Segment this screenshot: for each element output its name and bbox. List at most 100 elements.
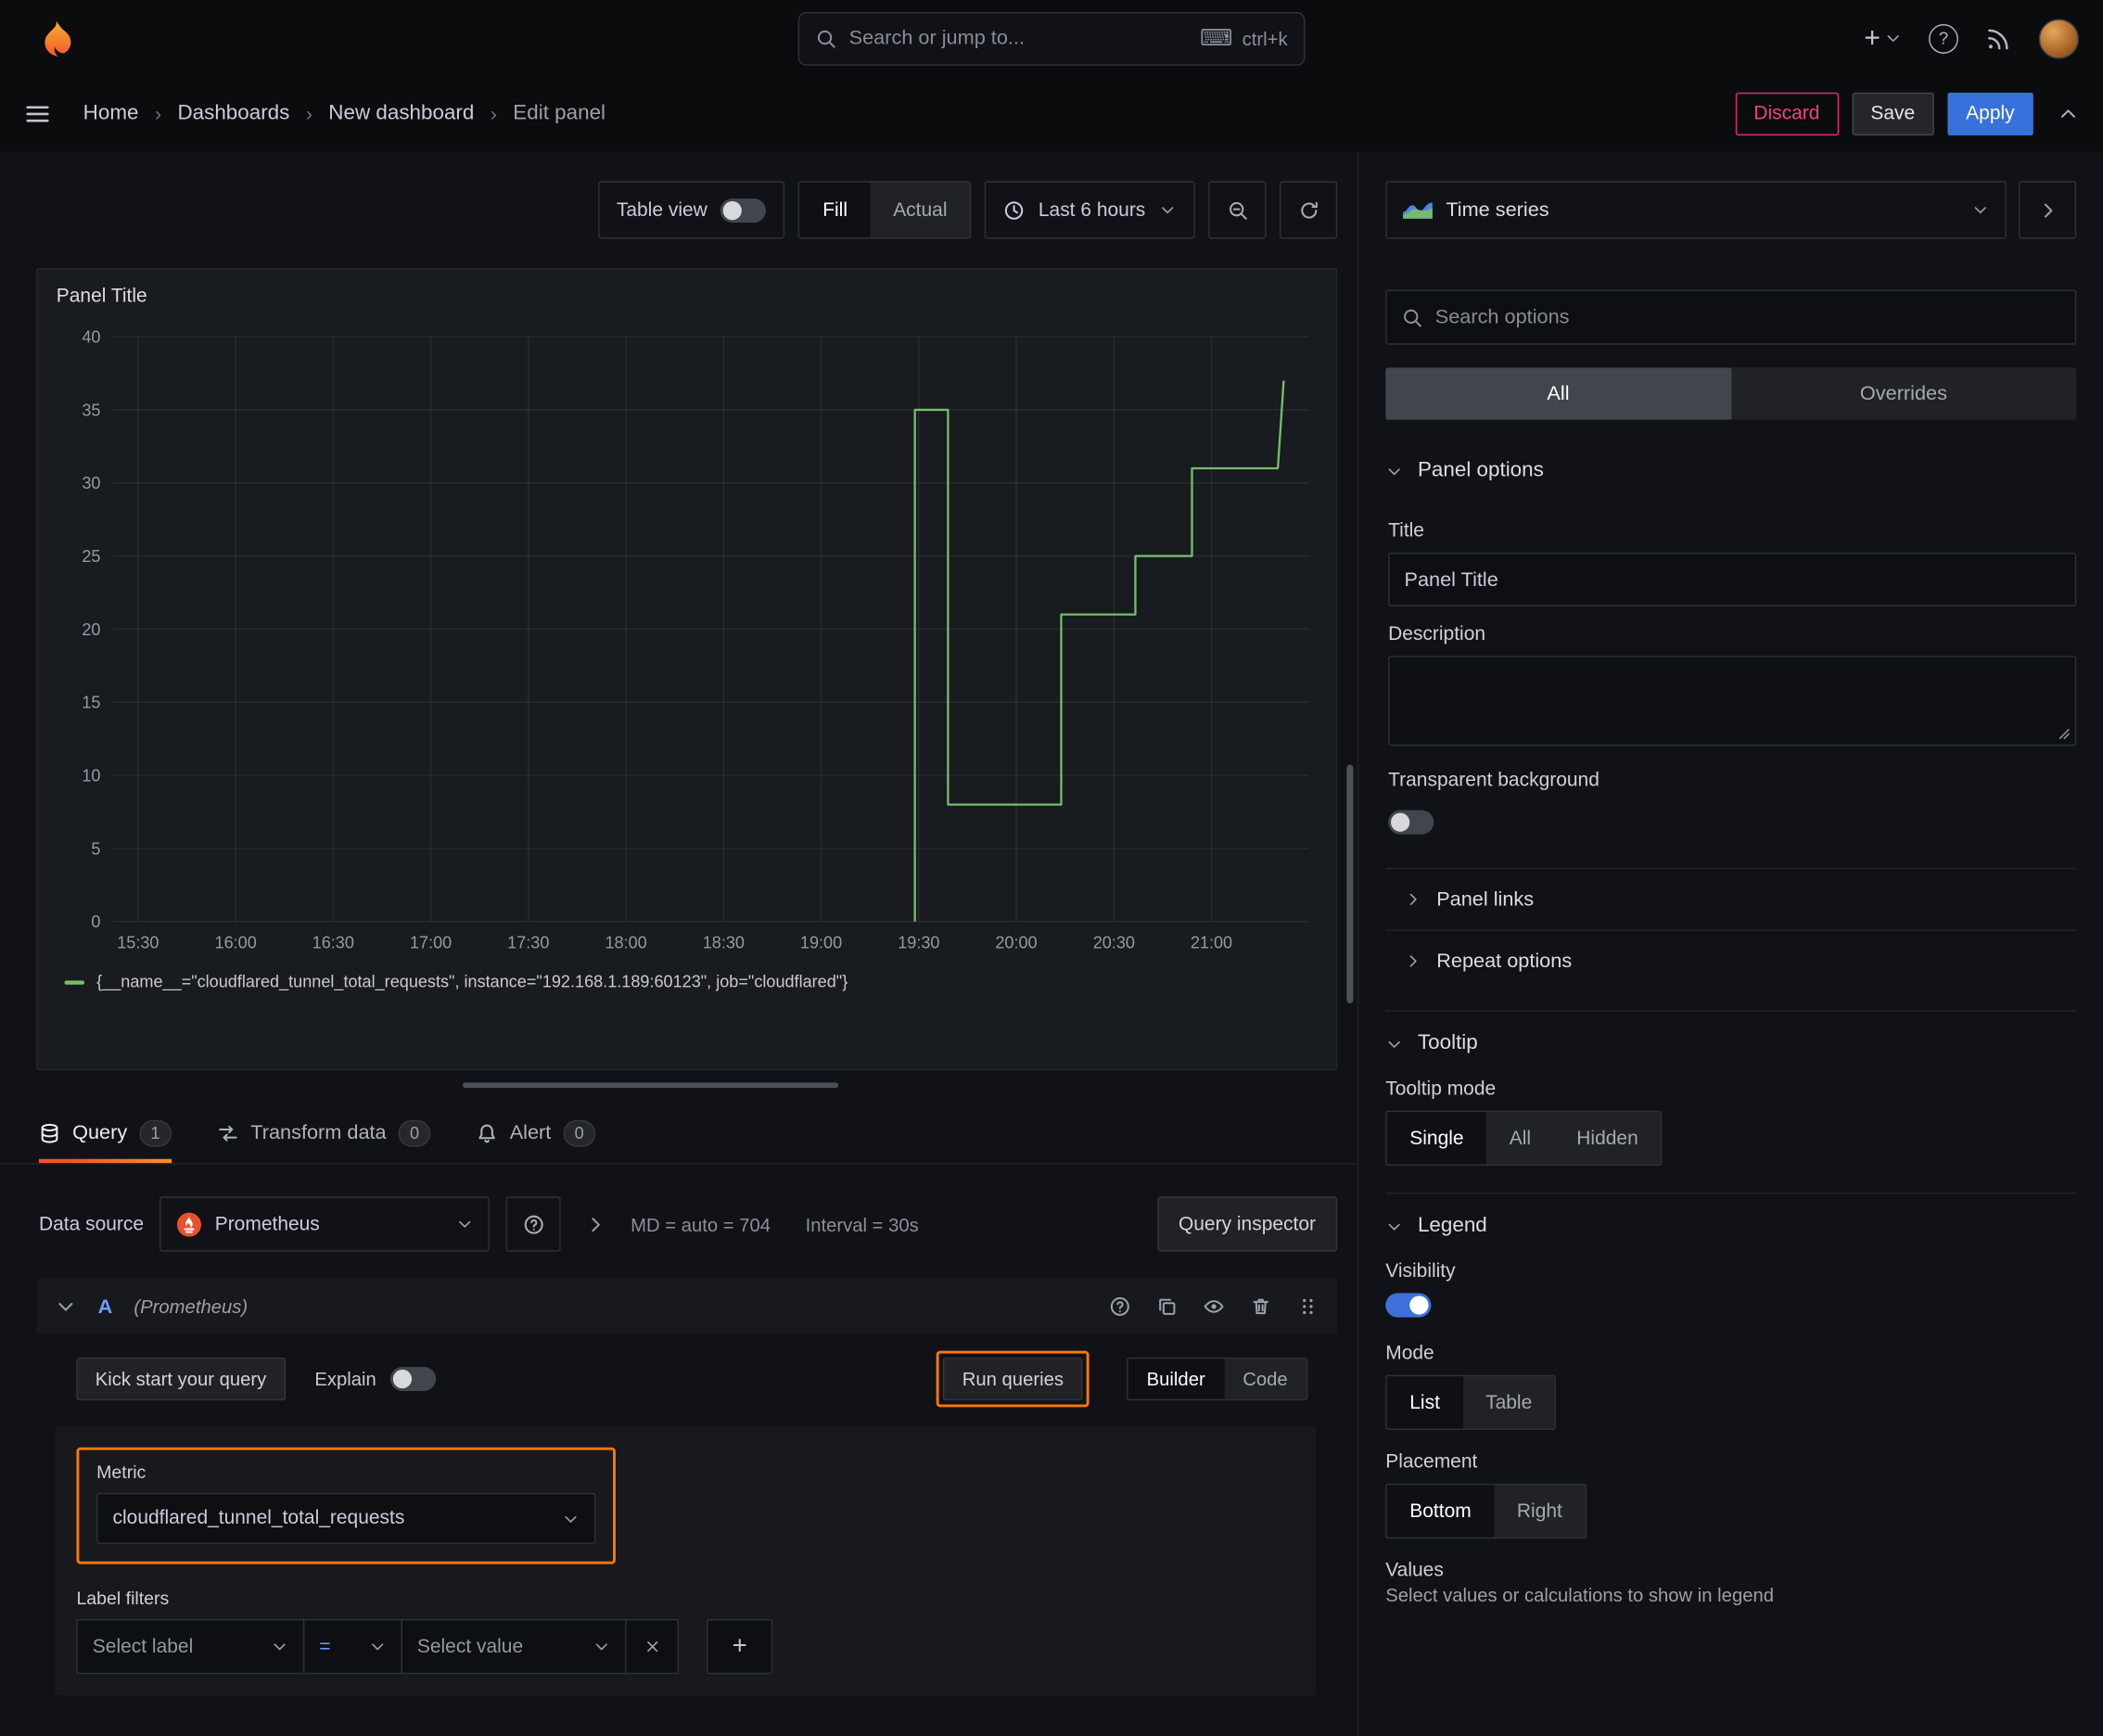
query-ref-id: A	[97, 1295, 113, 1319]
tab-query-count: 1	[139, 1119, 172, 1147]
toggle-options-pane-button[interactable]	[2018, 181, 2077, 239]
chevron-up-icon[interactable]	[2058, 103, 2079, 124]
duplicate-query-icon[interactable]	[1156, 1296, 1178, 1317]
legend-placement-right[interactable]: Right	[1494, 1485, 1585, 1537]
global-search-input[interactable]	[848, 26, 1189, 50]
svg-text:19:30: 19:30	[898, 934, 939, 952]
breadcrumb-home[interactable]: Home	[83, 102, 139, 126]
tab-alert[interactable]: Alert 0	[477, 1103, 596, 1163]
run-queries-button[interactable]: Run queries	[943, 1357, 1083, 1401]
editor-mode-code[interactable]: Code	[1224, 1359, 1306, 1398]
help-button[interactable]: ?	[1929, 23, 1958, 54]
vertical-scrollbar[interactable]	[1346, 764, 1354, 1003]
chevron-right-icon[interactable]	[585, 1213, 606, 1234]
refresh-button[interactable]	[1279, 181, 1338, 239]
breadcrumb-dashboards[interactable]: Dashboards	[177, 102, 289, 126]
repeat-options-section[interactable]: Repeat options	[1385, 929, 2077, 991]
time-series-chart[interactable]: 0 5 10 15 20 25 30 35 40 15:30 16:00 16:30 17:00 17:3…	[54, 318, 1322, 959]
select-value-placeholder: Select value	[416, 1636, 524, 1658]
chevron-right-icon	[2044, 202, 2052, 217]
query-builder-body: Metric cloudflared_tunnel_total_requests…	[55, 1425, 1317, 1696]
chevron-down-icon[interactable]	[55, 1296, 76, 1317]
legend-mode-table[interactable]: Table	[1463, 1376, 1555, 1428]
delete-query-trash-icon[interactable]	[1250, 1296, 1271, 1317]
svg-text:18:30: 18:30	[703, 934, 745, 952]
breadcrumb-edit-panel: Edit panel	[513, 101, 606, 125]
apply-button[interactable]: Apply	[1946, 92, 2033, 136]
table-view-toggle[interactable]	[720, 198, 767, 223]
tab-query[interactable]: Query 1	[38, 1103, 172, 1164]
options-search[interactable]	[1385, 289, 2077, 345]
legend-series-label[interactable]: {__name__="cloudflared_tunnel_total_requ…	[96, 973, 848, 991]
grafana-logo-icon[interactable]	[35, 19, 75, 58]
data-source-picker[interactable]: Prometheus	[159, 1196, 491, 1252]
add-filter-button[interactable]: +	[707, 1618, 773, 1675]
legend-header[interactable]: Legend	[1385, 1194, 2076, 1257]
chevron-down-icon	[1388, 467, 1400, 475]
time-range-picker[interactable]: Last 6 hours	[985, 181, 1195, 239]
select-label-dropdown[interactable]: Select label	[76, 1618, 305, 1675]
legend-placement-bottom[interactable]: Bottom	[1386, 1485, 1495, 1538]
tab-transform-count: 0	[398, 1119, 431, 1147]
hide-query-eye-icon[interactable]	[1204, 1296, 1225, 1317]
legend-section: Legend Visibility Mode List Table Placem…	[1385, 1192, 2077, 1605]
edit-panel-nav: Home › Dashboards › New dashboard › Edit…	[0, 76, 2103, 152]
resize-grip-icon[interactable]	[2054, 723, 2071, 741]
options-tab-all[interactable]: All	[1385, 367, 1731, 420]
horizontal-scrollbar[interactable]	[463, 1082, 839, 1089]
tooltip-header[interactable]: Tooltip	[1385, 1012, 2076, 1076]
select-value-dropdown[interactable]: Select value	[401, 1618, 627, 1675]
legend-visibility-toggle[interactable]	[1385, 1293, 1432, 1318]
options-search-input[interactable]	[1434, 305, 2060, 329]
tab-transform-data[interactable]: Transform data 0	[217, 1103, 431, 1163]
save-button[interactable]: Save	[1852, 92, 1934, 136]
menu-toggle-icon[interactable]	[24, 100, 51, 127]
query-help-icon[interactable]	[1109, 1296, 1130, 1317]
svg-text:16:00: 16:00	[215, 934, 257, 952]
drag-handle-icon[interactable]	[1297, 1296, 1319, 1317]
operator-value: =	[319, 1636, 331, 1658]
breadcrumb-new-dashboard[interactable]: New dashboard	[328, 102, 474, 126]
table-view-label: Table view	[616, 198, 707, 221]
visualization-picker[interactable]: Time series	[1385, 181, 2007, 239]
legend-mode-label: Mode	[1385, 1342, 1434, 1365]
data-source-value: Prometheus	[214, 1213, 320, 1235]
metric-label: Metric	[96, 1462, 147, 1483]
query-row-header[interactable]: A (Prometheus)	[36, 1278, 1338, 1335]
chevron-down-icon	[1388, 1222, 1400, 1230]
remove-filter-button[interactable]	[625, 1618, 679, 1675]
svg-text:19:00: 19:00	[800, 934, 842, 952]
display-mode-fill[interactable]: Fill	[799, 182, 871, 238]
svg-text:15: 15	[82, 694, 100, 712]
breadcrumb-separator: ›	[490, 102, 497, 126]
table-view-control: Table view	[597, 181, 785, 239]
query-inspector-button[interactable]: Query inspector	[1156, 1196, 1338, 1252]
operator-dropdown[interactable]: =	[302, 1618, 402, 1675]
zoom-out-button[interactable]	[1208, 181, 1267, 239]
tooltip-mode-hidden[interactable]: Hidden	[1554, 1112, 1662, 1164]
transform-icon	[219, 1125, 237, 1141]
display-mode-actual[interactable]: Actual	[871, 183, 970, 237]
metric-select[interactable]: cloudflared_tunnel_total_requests	[96, 1492, 596, 1544]
news-rss-icon[interactable]	[1985, 25, 2012, 52]
global-search[interactable]: ⌨ ctrl+k	[797, 11, 1306, 66]
explain-toggle[interactable]	[389, 1366, 436, 1392]
new-menu-button[interactable]: +	[1864, 24, 1902, 52]
panel-description-textarea[interactable]	[1388, 656, 2077, 747]
editor-mode-builder[interactable]: Builder	[1128, 1359, 1224, 1399]
discard-button[interactable]: Discard	[1735, 92, 1839, 136]
panel-preview-title[interactable]: Panel Title	[54, 283, 1319, 318]
transparent-background-toggle[interactable]	[1388, 810, 1434, 835]
panel-title-input[interactable]	[1388, 552, 2077, 606]
kick-start-query-button[interactable]: Kick start your query	[76, 1357, 286, 1401]
legend-mode-list[interactable]: List	[1386, 1376, 1463, 1429]
panel-options-header[interactable]: Panel options	[1385, 439, 2076, 503]
tooltip-mode-all[interactable]: All	[1486, 1112, 1554, 1164]
options-tab-overrides[interactable]: Overrides	[1731, 367, 2076, 419]
data-source-help-button[interactable]	[505, 1196, 561, 1252]
user-avatar[interactable]	[2038, 18, 2080, 58]
tooltip-mode-single[interactable]: Single	[1386, 1112, 1487, 1165]
legend-placement-group: Bottom Right	[1385, 1483, 1587, 1539]
svg-text:16:30: 16:30	[312, 934, 354, 952]
panel-links-section[interactable]: Panel links	[1385, 867, 2077, 930]
